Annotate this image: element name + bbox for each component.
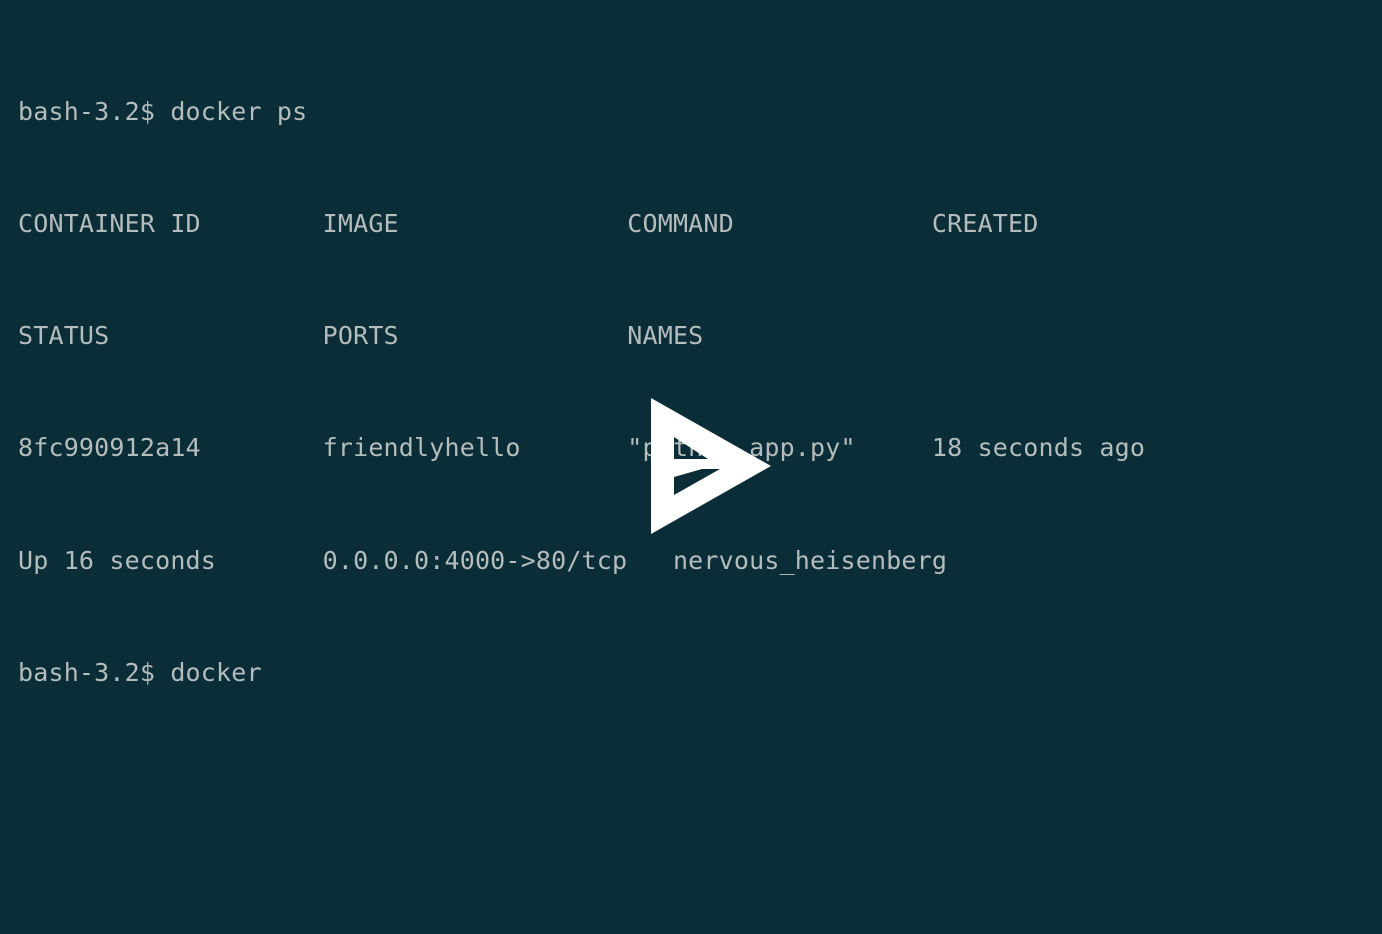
play-button[interactable] xyxy=(645,392,777,540)
terminal-line: bash-3.2$ docker ps xyxy=(18,96,308,126)
terminal-line: CONTAINER ID IMAGE COMMAND CREATED xyxy=(18,209,1039,239)
terminal-line: STATUS PORTS NAMES xyxy=(18,321,704,351)
play-triangle-icon xyxy=(651,398,771,534)
terminal-line: bash-3.2$ docker xyxy=(18,657,262,687)
terminal-line: Up 16 seconds 0.0.0.0:4000->80/tcp nervo… xyxy=(18,545,948,575)
terminal-window[interactable]: bash-3.2$ docker ps CONTAINER ID IMAGE C… xyxy=(0,0,1382,934)
